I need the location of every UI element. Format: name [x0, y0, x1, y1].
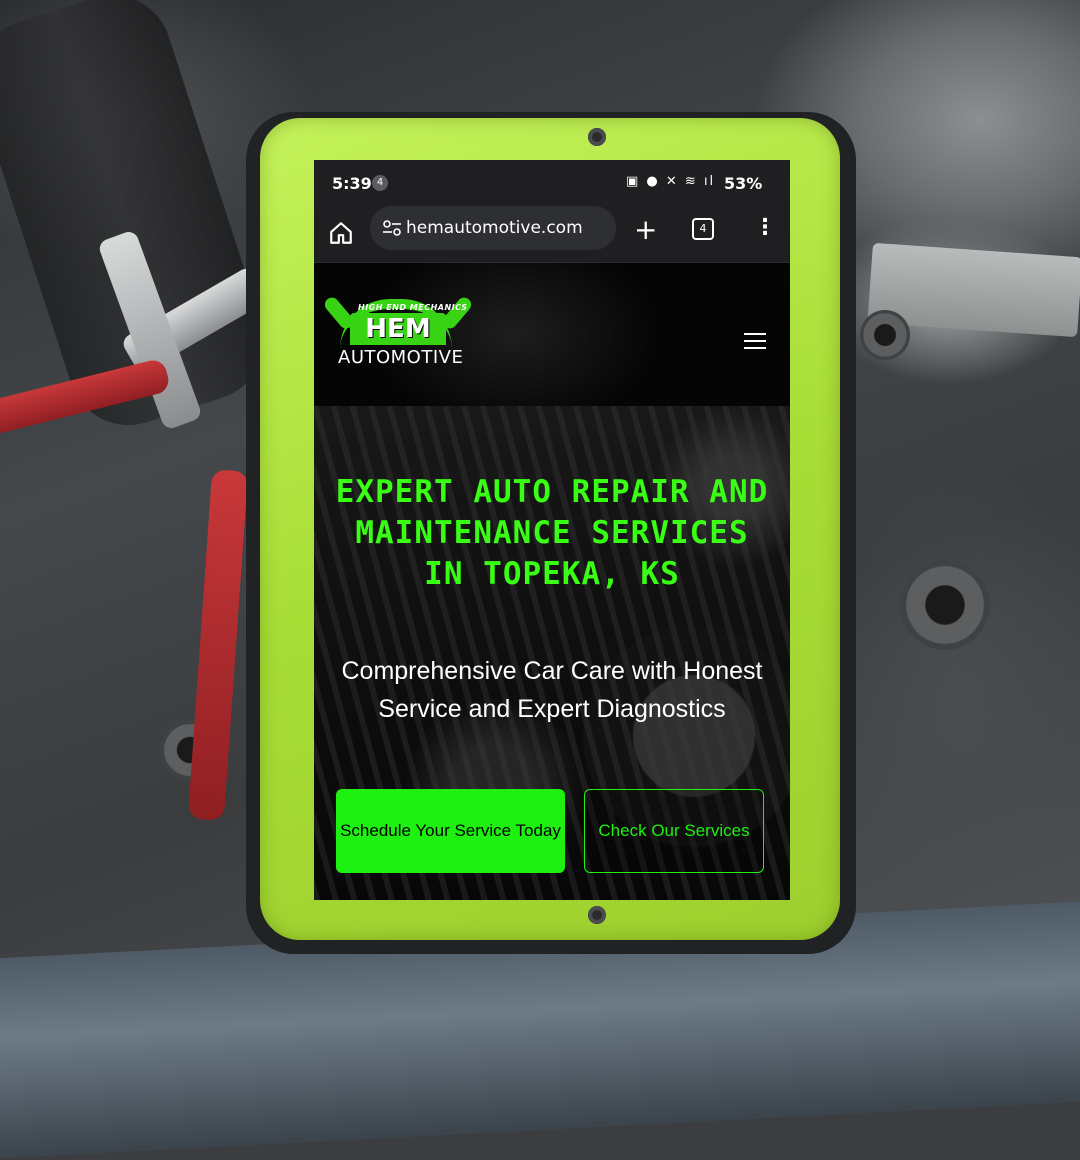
- case-screw-hole: [588, 128, 606, 146]
- logo-sub-brand: AUTOMOTIVE: [338, 347, 464, 368]
- status-bar: 5:39 4 ▣ ● ✕ ≋ ıl 53%: [314, 160, 790, 206]
- hero-section: Expert Auto Repair and Maintenance Servi…: [314, 406, 790, 900]
- site-header: HIGH END MECHANICS HEM AUTOMOTIVE: [314, 263, 790, 406]
- url-text: hemautomotive.com: [406, 218, 583, 238]
- background-bolt: [900, 560, 990, 650]
- plus-icon[interactable]: +: [634, 216, 657, 244]
- hero-subtitle: Comprehensive Car Care with Honest Servi…: [341, 657, 763, 723]
- status-time: 5:39: [332, 174, 372, 193]
- background-bolt: [860, 310, 910, 360]
- battery-level: 53%: [724, 174, 763, 193]
- overflow-menu-icon[interactable]: ⋮: [754, 216, 776, 240]
- schedule-service-button[interactable]: Schedule Your Service Today: [336, 789, 565, 873]
- tune-icon[interactable]: [382, 219, 402, 237]
- address-bar[interactable]: hemautomotive.com: [370, 206, 616, 250]
- home-icon[interactable]: [328, 220, 354, 246]
- hem-logo[interactable]: HIGH END MECHANICS HEM AUTOMOTIVE: [322, 293, 474, 383]
- notification-badge: 4: [372, 175, 388, 191]
- hamburger-icon[interactable]: [744, 333, 766, 349]
- tabs-icon[interactable]: 4: [692, 218, 714, 240]
- device-screen: 5:39 4 ▣ ● ✕ ≋ ıl 53% hemautomotive.com …: [314, 160, 790, 900]
- hero-title: Expert Auto Repair and Maintenance Servi…: [335, 474, 769, 592]
- logo-brand: HEM: [350, 313, 446, 345]
- status-icons: ▣ ● ✕ ≋ ıl: [626, 174, 716, 189]
- case-screw-hole: [588, 906, 606, 924]
- logo-tagline: HIGH END MECHANICS: [358, 303, 468, 312]
- browser-toolbar: hemautomotive.com + 4 ⋮: [314, 206, 790, 263]
- check-services-button[interactable]: Check Our Services: [584, 789, 764, 873]
